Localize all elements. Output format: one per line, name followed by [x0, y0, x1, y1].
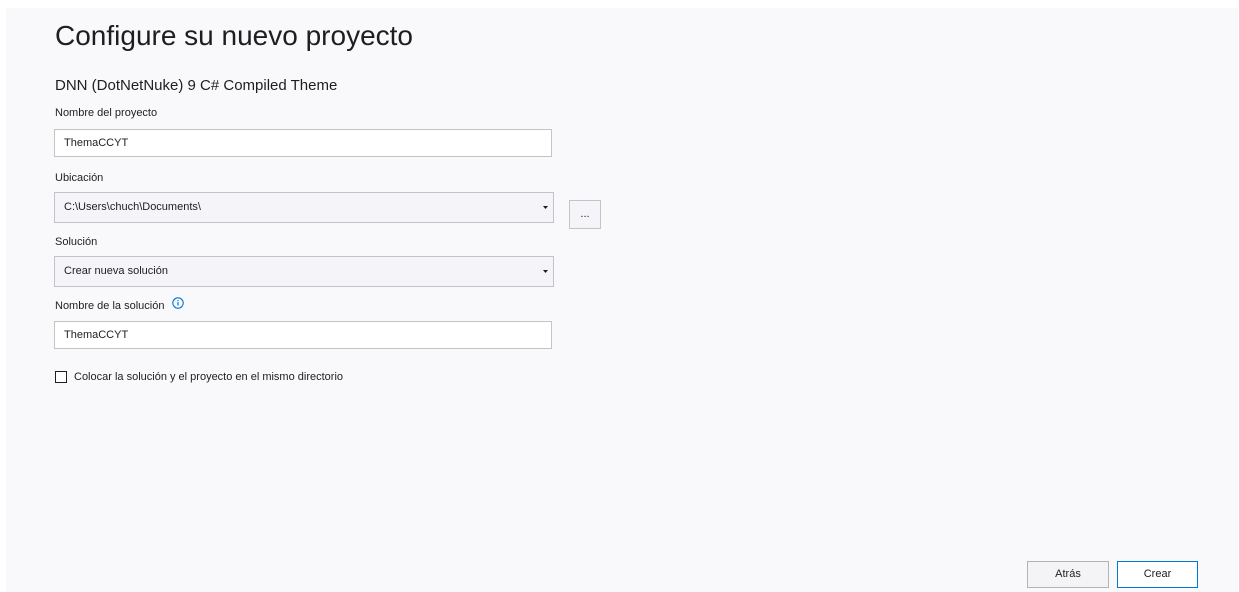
chevron-down-icon: [542, 193, 549, 222]
same-directory-option[interactable]: Colocar la solución y el proyecto en el …: [55, 370, 343, 384]
template-name: DNN (DotNetNuke) 9 C# Compiled Theme: [55, 77, 338, 94]
page-title: Configure su nuevo proyecto: [55, 20, 413, 51]
solution-dropdown[interactable]: Crear nueva solución: [54, 256, 554, 287]
create-button[interactable]: Crear: [1117, 561, 1198, 588]
location-value: C:\Users\chuch\Documents\: [64, 201, 201, 213]
solution-label: Solución: [55, 236, 98, 248]
solution-value: Crear nueva solución: [64, 265, 168, 277]
same-directory-label: Colocar la solución y el proyecto en el …: [74, 371, 344, 383]
project-name-input[interactable]: [54, 129, 552, 157]
location-dropdown[interactable]: C:\Users\chuch\Documents\: [54, 192, 554, 223]
same-directory-checkbox[interactable]: [55, 371, 67, 383]
chevron-down-icon: [542, 257, 549, 286]
project-name-label: Nombre del proyecto: [55, 107, 158, 119]
solution-name-label: Nombre de la solución: [55, 300, 165, 312]
configure-project-dialog: Configure su nuevo proyecto DNN (DotNetN…: [6, 8, 1238, 592]
info-icon[interactable]: [171, 297, 184, 313]
solution-name-input[interactable]: [54, 321, 552, 349]
browse-button[interactable]: ...: [569, 200, 601, 229]
back-button[interactable]: Atrás: [1027, 561, 1109, 588]
location-label: Ubicación: [55, 172, 104, 184]
solution-name-label-row: Nombre de la solución: [55, 297, 184, 313]
